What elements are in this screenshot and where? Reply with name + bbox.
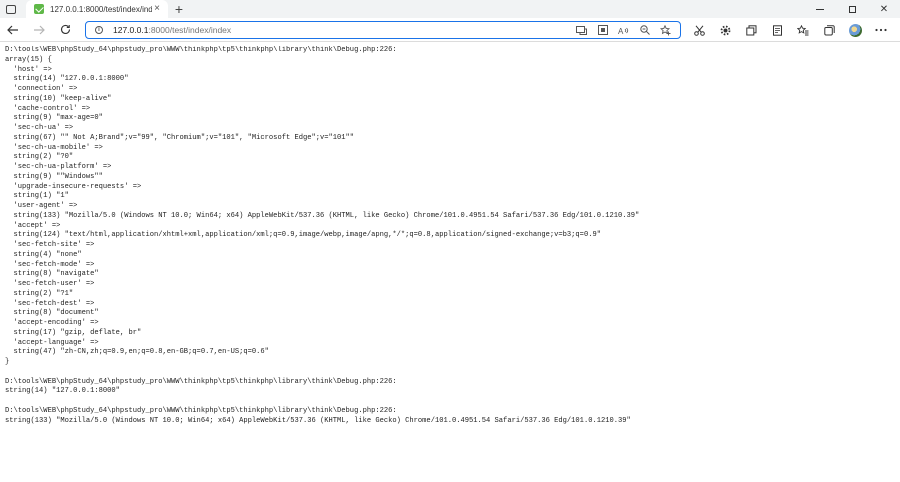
- favorites-icon: [797, 24, 809, 35]
- dump-line: 'host' =>: [5, 65, 52, 74]
- dump-line: 'upgrade-insecure-requests' =>: [5, 182, 142, 191]
- minimize-button[interactable]: [804, 0, 836, 18]
- dump-line: 'sec-fetch-user' =>: [5, 280, 95, 288]
- url-path: :8000/test/index/index: [148, 25, 232, 35]
- title-bar: 127.0.0.1:8000/test/index/index × + ✕: [0, 0, 900, 18]
- dump-line: 'accept-encoding' =>: [5, 319, 99, 327]
- dump-line: string(14) "127.0.0.1:8000": [5, 387, 120, 396]
- toolbar-right-icons: [686, 18, 894, 42]
- maximize-button[interactable]: [836, 0, 868, 18]
- dump-line: 'sec-fetch-site' =>: [5, 241, 95, 249]
- reload-icon: [60, 24, 70, 34]
- read-aloud-icon[interactable]: A: [613, 22, 634, 38]
- page-content: D:\tools\WEB\phpStudy_64\phpstudy_pro\WW…: [5, 46, 895, 476]
- dump-line: 'user-agent' =>: [5, 202, 78, 210]
- dump-line: string(1) "1": [5, 192, 69, 201]
- note-icon: [772, 24, 782, 36]
- extension-note-button[interactable]: [764, 18, 790, 42]
- site-favicon-icon: [34, 4, 44, 14]
- settings-more-button[interactable]: [868, 18, 894, 42]
- window-controls: ✕: [804, 0, 900, 18]
- collections-icon: [823, 24, 835, 35]
- dump-line: D:\tools\WEB\phpStudy_64\phpstudy_pro\WW…: [5, 406, 397, 415]
- dump-line: string(9) ""Windows"": [5, 172, 103, 181]
- dump-line: 'connection' =>: [5, 85, 78, 93]
- new-tab-button[interactable]: +: [168, 0, 190, 18]
- svg-text:A: A: [618, 27, 624, 35]
- url-text[interactable]: 127.0.0.1:8000/test/index/index: [113, 25, 231, 35]
- dump-line: string(8) "navigate": [5, 270, 99, 279]
- forward-arrow-icon: [34, 25, 45, 34]
- copy-icon: [745, 24, 756, 35]
- dump-line: 'sec-ch-ua-platform' =>: [5, 163, 112, 171]
- close-window-button[interactable]: ✕: [868, 0, 900, 18]
- dump-line: string(47) "zh-CN,zh;q=0.9,en;q=0.8,en-G…: [5, 348, 269, 357]
- tab-close-icon[interactable]: ×: [152, 4, 162, 14]
- dump-line: }: [5, 358, 10, 366]
- dump-line: string(8) "document": [5, 309, 99, 318]
- favorites-button[interactable]: [790, 18, 816, 42]
- dump-line: 'sec-fetch-mode' =>: [5, 260, 95, 269]
- dump-line: string(10) "keep-alive": [5, 94, 112, 103]
- zoom-icon[interactable]: [634, 22, 655, 38]
- dump-line: string(14) "127.0.0.1:8000": [5, 75, 129, 84]
- dump-line: string(124) "text/html,application/xhtml…: [5, 231, 601, 240]
- dump-line: string(67) "" Not A;Brand";v="99", "Chro…: [5, 133, 355, 142]
- avatar: [848, 23, 862, 37]
- add-favorite-icon[interactable]: [655, 22, 676, 38]
- dump-line: 'cache-control' =>: [5, 104, 91, 113]
- tab-actions-icon[interactable]: [0, 0, 22, 18]
- app-available-icon[interactable]: [571, 22, 592, 38]
- extension-gear-button[interactable]: [712, 18, 738, 42]
- address-bar[interactable]: i 127.0.0.1:8000/test/index/index A: [85, 21, 681, 39]
- minimize-icon: [816, 8, 824, 10]
- scissors-icon: [693, 24, 705, 36]
- dump-line: D:\tools\WEB\phpStudy_64\phpstudy_pro\WW…: [5, 377, 397, 386]
- dump-line: string(17) "gzip, deflate, br": [5, 328, 142, 337]
- dump-line: 'accept' =>: [5, 221, 61, 230]
- profile-button[interactable]: [842, 18, 868, 42]
- browser-tab[interactable]: 127.0.0.1:8000/test/index/index ×: [26, 0, 168, 18]
- extension-scissors-button[interactable]: [686, 18, 712, 42]
- immersive-reader-icon[interactable]: [592, 22, 613, 38]
- dump-line: array(15) {: [5, 55, 52, 64]
- dump-line: string(4) "none": [5, 250, 82, 259]
- forward-button[interactable]: [26, 19, 52, 41]
- back-arrow-icon: [7, 25, 18, 34]
- extension-copy-button[interactable]: [738, 18, 764, 42]
- dump-line: 'sec-fetch-dest' =>: [5, 299, 95, 308]
- gear-icon: [720, 25, 730, 35]
- dump-line: 'sec-ch-ua' =>: [5, 124, 74, 132]
- dump-line: string(133) "Mozilla/5.0 (Windows NT 10.…: [5, 211, 640, 220]
- site-info-icon[interactable]: i: [95, 26, 103, 34]
- browser-toolbar: i 127.0.0.1:8000/test/index/index A: [0, 18, 900, 42]
- dump-line: D:\tools\WEB\phpStudy_64\phpstudy_pro\WW…: [5, 46, 397, 54]
- var-dump-output: D:\tools\WEB\phpStudy_64\phpstudy_pro\WW…: [5, 46, 895, 426]
- tab-title: 127.0.0.1:8000/test/index/index: [50, 4, 152, 14]
- back-button[interactable]: [0, 19, 26, 41]
- maximize-icon: [848, 5, 856, 13]
- dump-line: string(2) "?0": [5, 153, 74, 162]
- dump-line: string(133) "Mozilla/5.0 (Windows NT 10.…: [5, 416, 631, 425]
- collections-button[interactable]: [816, 18, 842, 42]
- dump-line: string(2) "?1": [5, 289, 74, 298]
- dump-line: 'sec-ch-ua-mobile' =>: [5, 143, 103, 152]
- dump-line: 'accept-language' =>: [5, 338, 99, 347]
- address-bar-icons: A: [571, 22, 676, 38]
- reload-button[interactable]: [52, 19, 78, 41]
- more-dots-icon: [875, 28, 887, 32]
- dump-line: string(9) "max-age=0": [5, 114, 103, 123]
- url-host: 127.0.0.1: [113, 25, 149, 35]
